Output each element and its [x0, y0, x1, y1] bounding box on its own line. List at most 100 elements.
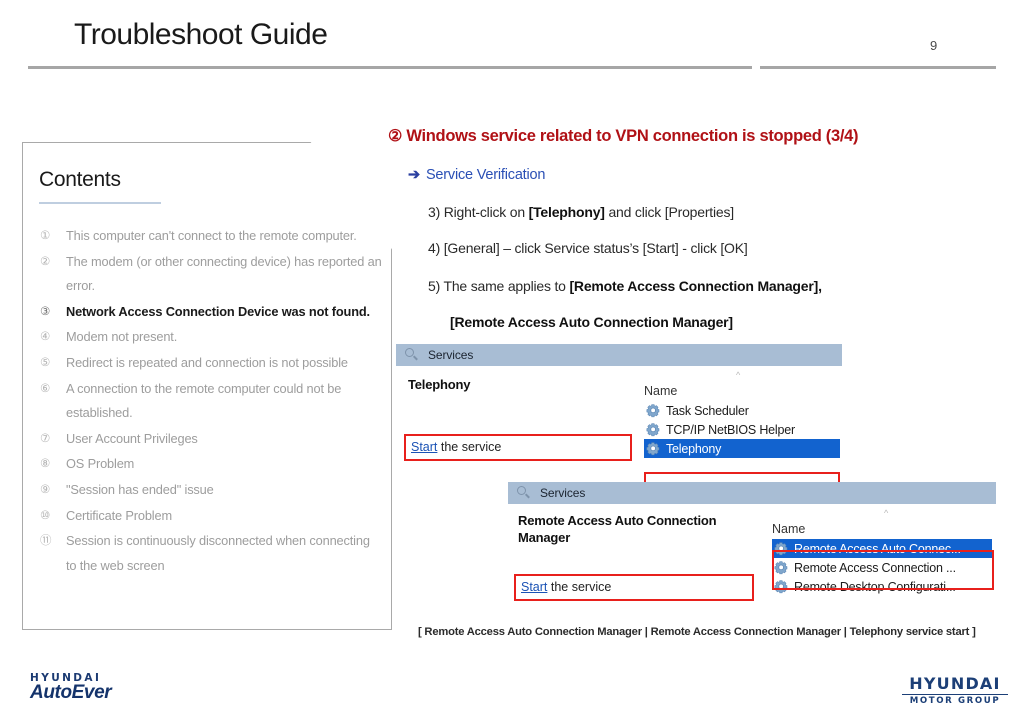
services-window-remote-access: Services Remote Access Auto Connection M…: [508, 482, 996, 614]
hyundai-autoever-logo: HYUNDAI AutoEver: [30, 672, 112, 704]
contents-heading: Contents: [39, 168, 121, 191]
selected-service-name: Telephony: [408, 377, 471, 392]
service-row-label: Remote Desktop Configurati...: [794, 579, 956, 594]
contents-item-label: Session is continuously disconnected whe…: [66, 533, 370, 573]
header-rule-left: [28, 66, 752, 69]
service-row-label: Remote Access Connection ...: [794, 560, 956, 575]
contents-item-4[interactable]: ④ Modem not present.: [22, 325, 392, 350]
service-list-item-row[interactable]: Remote Access Auto Connec...: [772, 539, 992, 558]
contents-item-label: This computer can't connect to the remot…: [66, 228, 357, 243]
contents-item-label: Redirect is repeated and connection is n…: [66, 354, 348, 370]
services-window-body: Remote Access Auto Connection Manager St…: [508, 504, 996, 614]
start-service-rest: the service: [547, 580, 612, 594]
step-3-suffix: and click [Properties]: [604, 204, 734, 220]
contents-item-11[interactable]: ⑪ Session is continuously disconnected wh…: [22, 529, 392, 578]
contents-heading-underline: [39, 202, 161, 204]
start-service-rest: the service: [437, 440, 502, 454]
instruction-step-5-line2: [Remote Access Auto Connection Manager]: [450, 314, 733, 330]
step-5-bold: [Remote Access Connection Manager],: [569, 278, 822, 294]
contents-item-number: ⑪: [40, 535, 52, 548]
page-title: Troubleshoot Guide: [74, 18, 328, 51]
services-left-pane: Remote Access Auto Connection Manager: [518, 512, 768, 546]
service-gear-icon: [646, 441, 661, 456]
service-row-label: Remote Access Auto Connec...: [794, 541, 961, 556]
service-gear-icon: [774, 560, 789, 575]
contents-item-label: "Session has ended" issue: [66, 481, 214, 497]
service-gear-icon: [646, 422, 661, 437]
contents-item-label: Modem not present.: [66, 329, 178, 345]
service-gear-icon: [646, 403, 661, 418]
hyundai-motor-group-logo-top: HYUNDAI: [909, 674, 1001, 693]
service-list-item-row[interactable]: Remote Access Connection ...: [772, 558, 992, 577]
figure-caption: [ Remote Access Auto Connection Manager …: [418, 626, 976, 638]
contents-item-6[interactable]: ⑥ A connection to the remote computer cou…: [22, 377, 392, 426]
sub-section-heading: ➔ Service Verification: [408, 167, 545, 183]
contents-item-number: ⑨: [40, 483, 51, 496]
start-service-link[interactable]: Start: [521, 580, 547, 594]
contents-item-5[interactable]: ⑤ Redirect is repeated and connection is …: [22, 351, 392, 376]
arrow-right-icon: ➔: [408, 167, 420, 183]
contents-item-10[interactable]: ⑩ Certificate Problem: [22, 504, 392, 529]
service-gear-icon: [774, 541, 789, 556]
hyundai-autoever-logo-bottom: AutoEver: [30, 682, 112, 703]
contents-list: ① This computer can't connect to the remo…: [22, 224, 392, 579]
column-header-name: Name: [644, 384, 678, 398]
contents-item-2[interactable]: ② The modem (or other connecting device) …: [22, 250, 392, 299]
services-window-title: Services: [540, 486, 586, 500]
service-row-label: Task Scheduler: [666, 403, 749, 418]
instruction-step-5: 5) The same applies to [Remote Access Co…: [428, 278, 822, 294]
services-list-1: Task Scheduler TCP/IP NetBIOS Helper Telep…: [644, 401, 840, 458]
services-window-title: Services: [428, 348, 474, 362]
contents-item-label: The modem (or other connecting device) h…: [66, 253, 382, 294]
services-right-pane: ^ Name Remote Access Auto Connec... Remot…: [772, 508, 992, 596]
selected-service-name-line1: Remote Access Auto Connection: [518, 513, 717, 528]
sort-ascending-icon: ^: [736, 370, 741, 380]
contents-item-label: A connection to the remote computer coul…: [66, 380, 342, 421]
contents-item-1[interactable]: ① This computer can't connect to the remo…: [22, 224, 392, 249]
services-window-telephony: Services Telephony Start the service ^ N…: [396, 344, 842, 493]
start-the-service-text: Start the service: [411, 440, 501, 454]
sort-ascending-icon: ^: [884, 508, 889, 518]
contents-item-number: ⑦: [40, 432, 51, 445]
contents-item-number: ③: [40, 305, 51, 318]
service-list-item-row[interactable]: Remote Desktop Configurati...: [772, 577, 992, 596]
contents-item-number: ①: [40, 230, 51, 242]
service-gear-icon: [774, 579, 789, 594]
contents-item-9[interactable]: ⑨ "Session has ended" issue: [22, 478, 392, 503]
section-heading: ② Windows service related to VPN connect…: [388, 126, 859, 146]
service-list-item-row[interactable]: TCP/IP NetBIOS Helper: [644, 420, 840, 439]
search-icon: [516, 485, 532, 501]
contents-item-number: ⑧: [40, 458, 51, 471]
contents-item-number: ⑤: [40, 356, 51, 369]
service-list-item-row[interactable]: Telephony: [644, 439, 840, 458]
contents-item-label: OS Problem: [66, 456, 135, 472]
hyundai-motor-group-logo: HYUNDAI MOTOR GROUP: [902, 674, 1008, 706]
start-the-service-text: Start the service: [521, 580, 611, 594]
contents-item-3[interactable]: ③ Network Access Connection Device was no…: [22, 300, 392, 325]
services-titlebar: Services: [508, 482, 996, 504]
start-service-link[interactable]: Start: [411, 440, 437, 454]
instruction-step-4: 4) [General] – click Service status’s [S…: [428, 240, 748, 256]
services-left-pane: Telephony: [408, 376, 644, 393]
contents-item-8[interactable]: ⑧ OS Problem: [22, 452, 392, 477]
contents-item-7[interactable]: ⑦ User Account Privileges: [22, 427, 392, 452]
service-row-label: Telephony: [666, 441, 722, 456]
column-header-name: Name: [772, 522, 806, 536]
selected-service-name-line2: Manager: [518, 530, 571, 545]
services-right-pane: ^ Name Task Scheduler TCP/IP NetBIOS Help…: [644, 370, 840, 458]
service-list-item-row[interactable]: Task Scheduler: [644, 401, 840, 420]
header-rule-right: [760, 66, 996, 69]
contents-item-label: Certificate Problem: [66, 507, 172, 523]
service-row-label: TCP/IP NetBIOS Helper: [666, 422, 795, 437]
instruction-step-3: 3) Right-click on [Telephony] and click …: [428, 204, 734, 220]
section-heading-number: ②: [388, 128, 403, 145]
services-titlebar: Services: [396, 344, 842, 366]
contents-item-label: User Account Privileges: [66, 430, 198, 446]
contents-item-number: ⑩: [40, 509, 51, 522]
step-3-bold: [Telephony]: [528, 204, 605, 220]
services-window-body: Telephony Start the service ^ Name Task …: [396, 366, 842, 493]
contents-item-number: ②: [40, 255, 51, 268]
contents-panel-content: Contents ① This computer can't connect to…: [22, 142, 392, 630]
hyundai-motor-group-logo-bottom: MOTOR GROUP: [909, 696, 1001, 707]
services-list-2: Remote Access Auto Connec... Remote Acces…: [772, 539, 992, 596]
